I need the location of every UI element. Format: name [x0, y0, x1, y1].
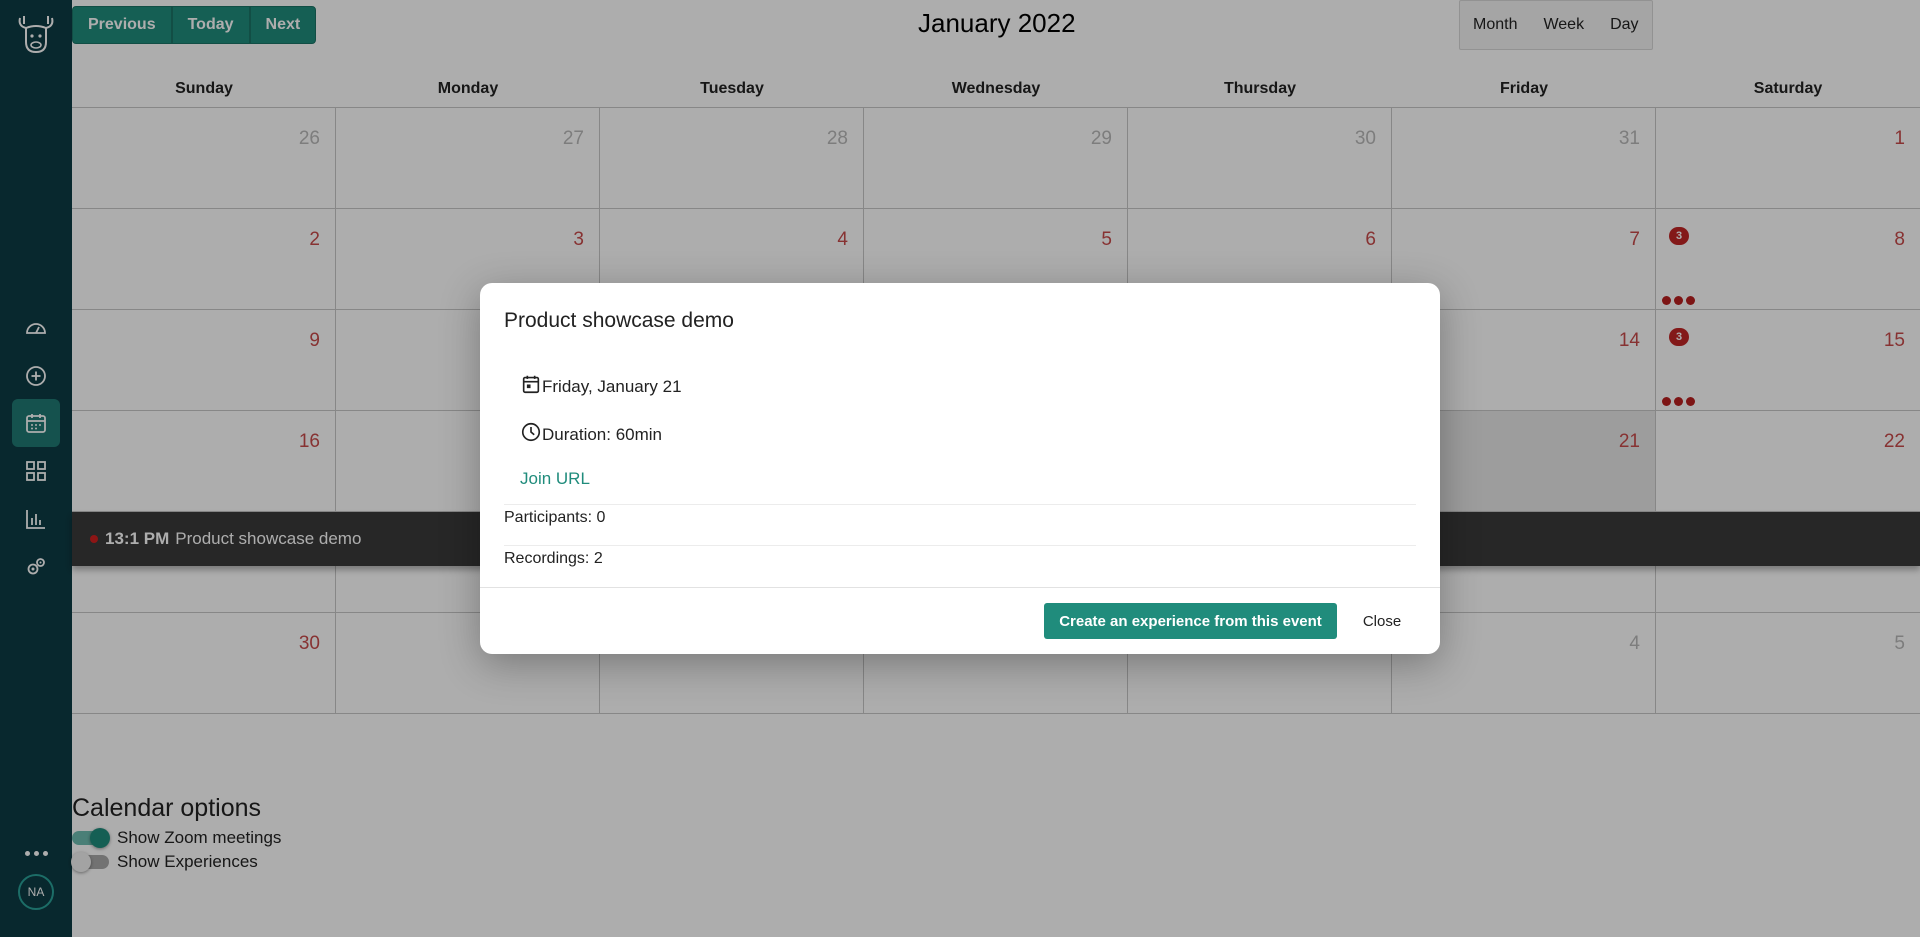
- modal-footer-divider: [480, 587, 1440, 588]
- divider: [504, 504, 1416, 505]
- modal-title: Product showcase demo: [504, 309, 734, 332]
- recordings-count: Recordings: 2: [504, 550, 603, 567]
- divider: [504, 545, 1416, 546]
- participants-count: Participants: 0: [504, 509, 606, 526]
- clock-icon: [520, 421, 542, 448]
- event-duration-row: Duration: 60min: [520, 421, 662, 448]
- event-date-row: Friday, January 21: [520, 373, 682, 400]
- calendar-event-icon: [520, 373, 542, 400]
- join-url-link[interactable]: Join URL: [520, 469, 590, 489]
- close-button[interactable]: Close: [1352, 603, 1412, 639]
- event-details-modal: Product showcase demo Friday, January 21…: [480, 283, 1440, 654]
- event-date: Friday, January 21: [542, 376, 682, 396]
- create-experience-button[interactable]: Create an experience from this event: [1044, 603, 1337, 639]
- event-duration: Duration: 60min: [542, 424, 663, 444]
